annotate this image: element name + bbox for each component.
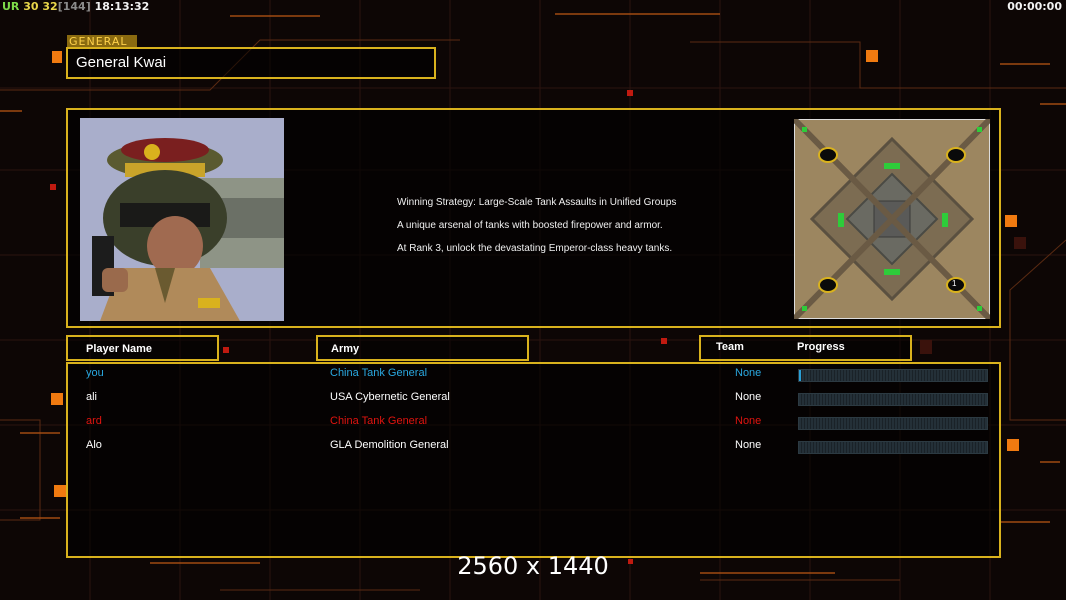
strategy-line-1: Winning Strategy: Large-Scale Tank Assau… — [397, 197, 677, 208]
player-row: ard China Tank General None — [0, 414, 1066, 434]
header-army-box: Army — [316, 335, 529, 361]
player-name: ard — [86, 415, 102, 427]
player-army[interactable]: GLA Demolition General — [330, 439, 449, 451]
progress-bar — [798, 369, 988, 382]
header-team-progress-box: Team Progress — [699, 335, 912, 361]
general-name-box: General Kwai — [66, 47, 436, 79]
hud-value-2: 32 — [42, 0, 58, 13]
header-player-name: Player Name — [86, 343, 153, 355]
map-image — [791, 116, 993, 322]
strategy-line-2: A unique arsenal of tanks with boosted f… — [397, 220, 663, 231]
player-name: Alo — [86, 439, 102, 451]
progress-bar — [798, 417, 988, 430]
hud-timer: 00:00:00 — [1007, 0, 1062, 13]
map-preview[interactable]: 1 — [791, 116, 993, 322]
player-team[interactable]: None — [735, 415, 761, 427]
player-army[interactable]: China Tank General — [330, 415, 427, 427]
header-player-box: Player Name — [66, 335, 219, 361]
player-army[interactable]: USA Cybernetic General — [330, 391, 450, 403]
player-row: ali USA Cybernetic General None — [0, 390, 1066, 410]
strategy-text: Winning Strategy: Large-Scale Tank Assau… — [397, 191, 676, 260]
map-player-marker: 1 — [952, 279, 957, 288]
resolution-label: 2560 x 1440 — [457, 552, 609, 580]
player-row: you China Tank General None — [0, 366, 1066, 386]
progress-bar — [798, 441, 988, 454]
hud-stats: UR 30 32[144] 18:13:32 — [2, 0, 149, 13]
hud-value-3: [144] — [57, 0, 91, 13]
player-row: Alo GLA Demolition General None — [0, 438, 1066, 458]
player-name: ali — [86, 391, 98, 403]
strategy-line-3: At Rank 3, unlock the devastating Empero… — [397, 243, 673, 254]
hud-clock: 18:13:32 — [94, 0, 150, 13]
general-portrait — [80, 118, 284, 321]
progress-bar — [798, 393, 988, 406]
hud-value-1: 30 — [23, 0, 39, 13]
portrait-image — [80, 118, 284, 321]
player-army[interactable]: China Tank General — [330, 367, 427, 379]
player-team[interactable]: None — [735, 391, 761, 403]
player-name: you — [86, 367, 104, 379]
general-name: General Kwai — [76, 54, 167, 71]
progress-fill — [799, 370, 801, 381]
player-team[interactable]: None — [735, 367, 761, 379]
player-team[interactable]: None — [735, 439, 761, 451]
header-progress: Progress — [797, 341, 845, 353]
header-army: Army — [331, 343, 360, 355]
header-team: Team — [716, 341, 744, 353]
hud-ur: UR — [2, 0, 20, 13]
